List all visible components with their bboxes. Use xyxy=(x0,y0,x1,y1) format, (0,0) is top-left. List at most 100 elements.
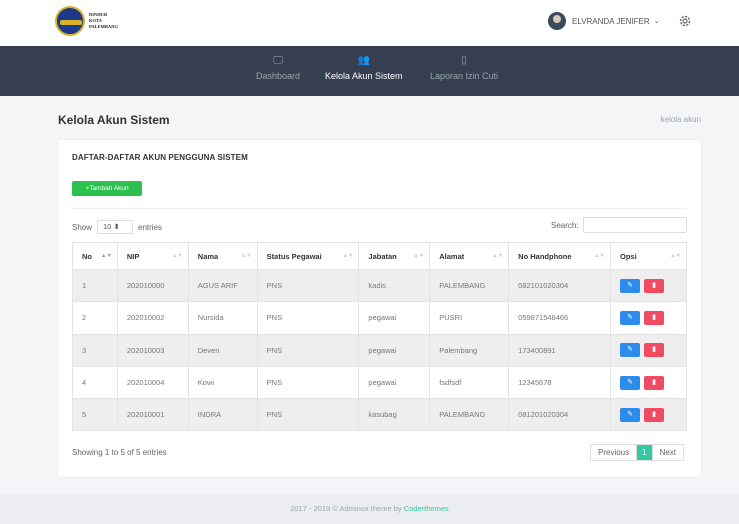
cell-no: 5 xyxy=(72,398,118,432)
table-search: Search: xyxy=(551,217,687,233)
column-header-label: No xyxy=(82,251,92,261)
column-header[interactable]: Nama ▲▼ xyxy=(187,242,258,270)
cell-status: PNS xyxy=(256,365,360,400)
delete-button[interactable]: ▮ xyxy=(644,278,664,293)
cell-opsi: ✎ ▮ xyxy=(610,398,687,432)
sort-icon: ▲▼ xyxy=(240,253,252,259)
column-header-label: Opsi xyxy=(620,251,637,261)
edit-button[interactable]: ✎ xyxy=(620,310,640,325)
accounts-card: DAFTAR-DAFTAR AKUN PENGGUNA SISTEM +Tamb… xyxy=(58,140,701,477)
page-title: Kelola Akun Sistem xyxy=(58,113,170,127)
edit-icon: ✎ xyxy=(627,410,633,418)
column-header[interactable]: Opsi ▲▼ xyxy=(610,242,687,270)
brand-logo[interactable]: DINHUB KOTA PALEMBANG xyxy=(55,6,118,36)
cell-nip: 202010003 xyxy=(116,333,189,367)
row-actions: ✎ ▮ xyxy=(620,343,686,358)
page-length-control: Show 10 ⬍ entries xyxy=(72,220,162,234)
user-menu[interactable]: ELVRANDA JENIFER ⌄ xyxy=(548,12,660,30)
monitor-icon: 🖵 xyxy=(273,55,283,66)
cell-hp: 082101020304 xyxy=(508,268,611,303)
search-input[interactable] xyxy=(582,217,687,233)
previous-page-button[interactable]: Previous xyxy=(591,445,638,460)
cell-opsi: ✎ ▮ xyxy=(610,268,687,303)
cell-nama: Nursida xyxy=(187,301,258,335)
nav-label: Laporan Izin Cuti xyxy=(430,71,499,81)
cell-jabatan: pegawai xyxy=(358,301,431,335)
column-header-label: Jabatan xyxy=(368,251,397,261)
delete-button[interactable]: ▮ xyxy=(644,343,664,358)
cell-nip: 202010001 xyxy=(116,398,189,432)
cell-nip: 202010002 xyxy=(116,301,189,335)
nav-item-dashboard[interactable]: 🖵 Dashboard xyxy=(256,55,300,81)
table-row: 5 202010001 INDRA PNS kasubag PALEMBANG 081201… xyxy=(72,398,687,432)
column-header[interactable]: Alamat ▲▼ xyxy=(429,242,510,270)
page-1-button[interactable]: 1 xyxy=(637,445,652,460)
table-row: 3 202010003 Deven PNS pegawai Palembang 173400… xyxy=(72,333,687,367)
footer-link[interactable]: Coderthemes xyxy=(404,504,449,513)
edit-button[interactable]: ✎ xyxy=(620,407,640,422)
table-row: 4 202010004 Kowi PNS pegawai fsdfsdf 12345678 ✎… xyxy=(72,365,687,400)
chevron-down-icon: ⌄ xyxy=(653,18,660,25)
cell-jabatan: pegawai xyxy=(358,333,431,367)
cell-jabatan: pegawai xyxy=(358,365,431,400)
cell-no: 3 xyxy=(72,333,118,367)
cell-nama: Kowi xyxy=(187,365,258,400)
edit-button[interactable]: ✎ xyxy=(620,375,640,390)
cell-hp: 12345678 xyxy=(508,365,611,400)
page-length-select[interactable]: 10 ⬍ xyxy=(97,220,134,234)
nav-item-laporan[interactable]: ▯ Laporan Izin Cuti xyxy=(430,55,498,81)
cell-hp: 059871548466 xyxy=(508,301,611,335)
column-header-label: Status Pegawai xyxy=(266,251,322,261)
logo-emblem-icon xyxy=(55,6,85,36)
cell-nama: Deven xyxy=(187,333,258,367)
column-header[interactable]: Status Pegawai ▲▼ xyxy=(256,242,360,270)
footer: 2017 - 2019 © Adminox theme by Coderthem… xyxy=(0,494,739,524)
breadcrumb[interactable]: kelola akun xyxy=(661,115,701,124)
cell-alamat: Palembang xyxy=(429,333,510,367)
table-row: 1 202010000 AGUS ARIF PNS kadis PALEMBANG 0821… xyxy=(72,268,687,303)
edit-icon: ✎ xyxy=(627,313,633,321)
cell-opsi: ✎ ▮ xyxy=(610,365,687,400)
cell-status: PNS xyxy=(256,398,360,432)
edit-button[interactable]: ✎ xyxy=(620,343,640,358)
delete-button[interactable]: ▮ xyxy=(644,375,664,390)
sort-icon: ▲▼ xyxy=(413,253,425,259)
row-actions: ✎ ▮ xyxy=(620,407,686,422)
column-header-label: NIP xyxy=(126,251,140,261)
cell-jabatan: kasubag xyxy=(358,398,431,432)
nav-label: Kelola Akun Sistem xyxy=(325,71,403,81)
page-length-value: 10 xyxy=(103,222,112,231)
column-header[interactable]: Jabatan ▲▼ xyxy=(358,242,431,270)
next-page-button[interactable]: Next xyxy=(651,445,683,460)
column-header-label: No Handphone xyxy=(518,251,572,261)
trash-icon: ▮ xyxy=(652,378,656,386)
edit-button[interactable]: ✎ xyxy=(620,278,640,293)
sort-icon: ▲▼ xyxy=(594,253,605,259)
main-navbar: 🖵 Dashboard 👥 Kelola Akun Sistem ▯ Lapor… xyxy=(0,46,739,96)
document-icon: ▯ xyxy=(461,55,467,66)
column-header-label: Alamat xyxy=(439,251,465,261)
users-icon: 👥 xyxy=(357,55,370,66)
column-header[interactable]: NIP ▲▼ xyxy=(116,242,189,270)
edit-icon: ✎ xyxy=(627,346,633,354)
cell-status: PNS xyxy=(256,301,360,335)
trash-icon: ▮ xyxy=(652,410,656,418)
column-header[interactable]: No ▲▼ xyxy=(72,242,118,270)
cell-no: 1 xyxy=(72,268,118,303)
gear-icon[interactable] xyxy=(678,14,692,30)
add-account-button[interactable]: +Tambah Akun xyxy=(72,181,142,196)
sort-icon: ▲▼ xyxy=(342,253,354,259)
cell-opsi: ✎ ▮ xyxy=(610,301,687,335)
cell-status: PNS xyxy=(256,333,360,367)
nav-item-kelola-akun[interactable]: 👥 Kelola Akun Sistem xyxy=(325,55,403,81)
table-header-row: No ▲▼ NIP ▲▼ Nama ▲▼ Status Pegawai ▲▼ Jabat… xyxy=(72,242,687,270)
trash-icon: ▮ xyxy=(652,346,656,354)
cell-nama: INDRA xyxy=(187,398,258,432)
sort-icon: ▲▼ xyxy=(670,253,681,259)
show-label: Show xyxy=(72,222,93,232)
trash-icon: ▮ xyxy=(652,281,656,289)
column-header[interactable]: No Handphone ▲▼ xyxy=(508,242,611,270)
delete-button[interactable]: ▮ xyxy=(644,407,664,422)
delete-button[interactable]: ▮ xyxy=(644,310,664,325)
edit-icon: ✎ xyxy=(627,281,633,289)
